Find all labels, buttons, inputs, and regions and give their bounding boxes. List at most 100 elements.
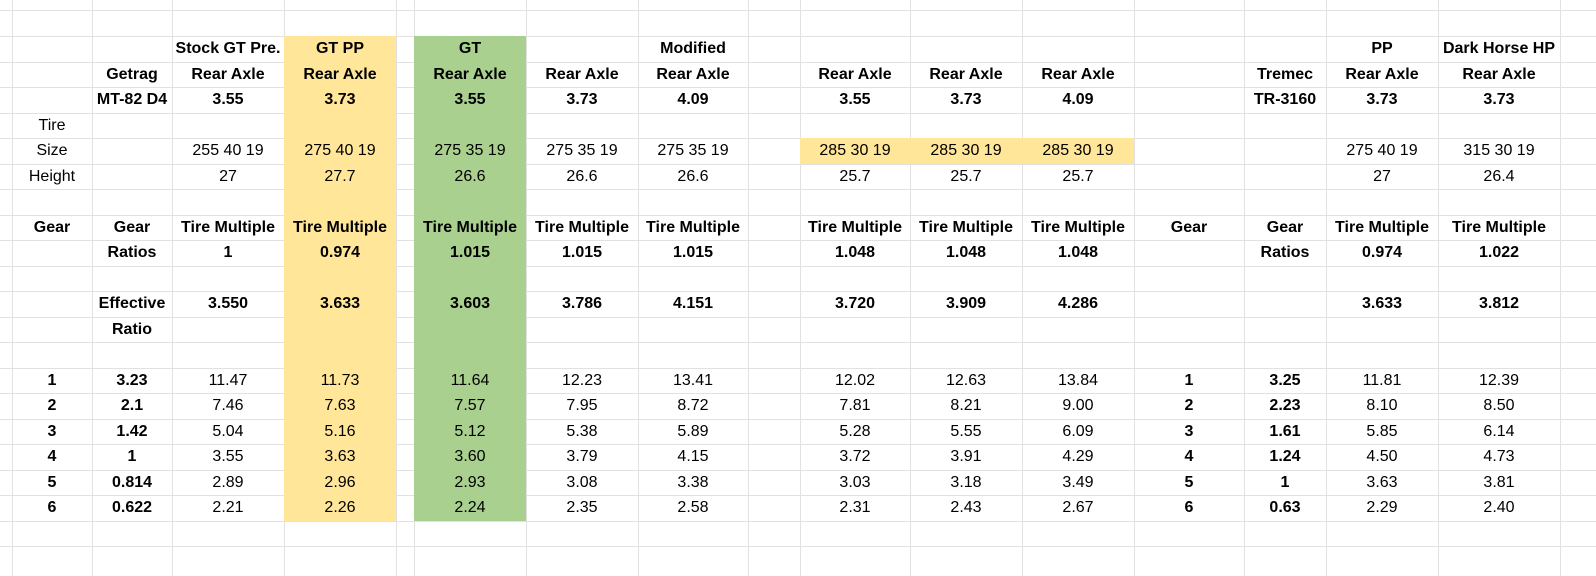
cell[interactable]: 3 (1134, 419, 1244, 445)
cell[interactable]: Rear Axle (526, 62, 638, 88)
cell[interactable]: Rear Axle (172, 62, 284, 88)
cell[interactable]: 4.73 (1438, 444, 1560, 470)
cell[interactable]: 2.29 (1326, 495, 1438, 521)
cell[interactable]: PP (1326, 36, 1438, 62)
cell[interactable]: Rear Axle (284, 62, 396, 88)
cell[interactable]: 5 (12, 470, 92, 496)
cell[interactable]: 6 (12, 495, 92, 521)
cell[interactable]: 5 (1134, 470, 1244, 496)
cell[interactable]: Dark Horse HP (1438, 36, 1560, 62)
cell[interactable]: 2.58 (638, 495, 748, 521)
cell[interactable]: 4.151 (638, 291, 748, 317)
cell[interactable]: 3.08 (526, 470, 638, 496)
cell[interactable]: Tire Multiple (284, 215, 396, 241)
cell[interactable]: 7.63 (284, 393, 396, 419)
cell[interactable]: Ratio (92, 317, 172, 343)
cell[interactable]: 3.55 (414, 87, 526, 113)
cell[interactable]: 5.28 (800, 419, 910, 445)
cell[interactable]: 6.14 (1438, 419, 1560, 445)
cell[interactable]: 3.720 (800, 291, 910, 317)
cell[interactable]: 2 (12, 393, 92, 419)
cell[interactable]: 3.73 (284, 87, 396, 113)
cell[interactable]: 3.603 (414, 291, 526, 317)
cell[interactable]: 0.814 (92, 470, 172, 496)
cell[interactable]: 1.24 (1244, 444, 1326, 470)
cell[interactable]: MT-82 D4 (92, 87, 172, 113)
cell[interactable]: 8.21 (910, 393, 1022, 419)
cell[interactable]: 275 40 19 (284, 138, 396, 164)
cell[interactable]: 3.73 (1326, 87, 1438, 113)
cell[interactable]: 3.38 (638, 470, 748, 496)
cell[interactable]: 3.909 (910, 291, 1022, 317)
cell[interactable]: 2.1 (92, 393, 172, 419)
cell[interactable]: 9.00 (1022, 393, 1134, 419)
cell[interactable]: 2.89 (172, 470, 284, 496)
cell[interactable]: 11.73 (284, 368, 396, 394)
cell[interactable]: Effective (92, 291, 172, 317)
cell[interactable]: 3.63 (1326, 470, 1438, 496)
cell[interactable]: 7.46 (172, 393, 284, 419)
cell[interactable]: 4.50 (1326, 444, 1438, 470)
cell[interactable]: 3.91 (910, 444, 1022, 470)
cell[interactable]: 5.04 (172, 419, 284, 445)
cell[interactable]: 2.35 (526, 495, 638, 521)
cell[interactable]: 0.622 (92, 495, 172, 521)
cell[interactable]: 27 (172, 164, 284, 190)
cell[interactable]: 1.015 (414, 240, 526, 266)
cell[interactable]: 3.18 (910, 470, 1022, 496)
cell[interactable]: Gear (1134, 215, 1244, 241)
cell[interactable]: Gear (1244, 215, 1326, 241)
cell[interactable]: Stock GT Pre. (172, 36, 284, 62)
cell[interactable]: 1.015 (526, 240, 638, 266)
cell[interactable]: Rear Axle (800, 62, 910, 88)
cell[interactable]: 26.4 (1438, 164, 1560, 190)
cell[interactable]: 2 (1134, 393, 1244, 419)
cell[interactable]: 275 35 19 (526, 138, 638, 164)
cell[interactable]: GT PP (284, 36, 396, 62)
cell[interactable]: 7.81 (800, 393, 910, 419)
cell[interactable]: 275 40 19 (1326, 138, 1438, 164)
cell[interactable]: 3.633 (1326, 291, 1438, 317)
cell[interactable]: 11.81 (1326, 368, 1438, 394)
cell[interactable]: 275 35 19 (638, 138, 748, 164)
cell[interactable]: 2.67 (1022, 495, 1134, 521)
cell[interactable]: 11.64 (414, 368, 526, 394)
cell[interactable]: Ratios (1244, 240, 1326, 266)
cell[interactable]: 2.23 (1244, 393, 1326, 419)
cell[interactable]: 285 30 19 (1022, 138, 1134, 164)
cell[interactable]: Ratios (92, 240, 172, 266)
cell[interactable]: 0.974 (284, 240, 396, 266)
cell[interactable]: 3.73 (1438, 87, 1560, 113)
cell[interactable]: 3.79 (526, 444, 638, 470)
cell[interactable]: 1.61 (1244, 419, 1326, 445)
cell[interactable]: 4 (12, 444, 92, 470)
cell[interactable]: 5.89 (638, 419, 748, 445)
cell[interactable]: 4.09 (638, 87, 748, 113)
cell[interactable]: 315 30 19 (1438, 138, 1560, 164)
cell[interactable]: GT (414, 36, 526, 62)
cell[interactable]: Height (12, 164, 92, 190)
cell[interactable]: 2.24 (414, 495, 526, 521)
cell[interactable]: Rear Axle (1022, 62, 1134, 88)
cell[interactable]: 2.40 (1438, 495, 1560, 521)
cell[interactable]: Rear Axle (414, 62, 526, 88)
cell[interactable]: 2.31 (800, 495, 910, 521)
cell[interactable]: 1.048 (1022, 240, 1134, 266)
cell[interactable]: 1 (12, 368, 92, 394)
cell[interactable]: 4.29 (1022, 444, 1134, 470)
cell[interactable]: 3.550 (172, 291, 284, 317)
cell[interactable]: 3.81 (1438, 470, 1560, 496)
cell[interactable]: 12.02 (800, 368, 910, 394)
cell[interactable]: 1.048 (800, 240, 910, 266)
cell[interactable]: 3.55 (800, 87, 910, 113)
cell[interactable]: Tire (12, 113, 92, 139)
cell[interactable]: 1 (172, 240, 284, 266)
cell[interactable]: 8.50 (1438, 393, 1560, 419)
cell[interactable]: 3.73 (910, 87, 1022, 113)
cell[interactable]: 13.41 (638, 368, 748, 394)
cell[interactable]: 3.63 (284, 444, 396, 470)
cell[interactable]: 275 35 19 (414, 138, 526, 164)
cell[interactable]: Tire Multiple (1022, 215, 1134, 241)
cell[interactable]: 1 (1244, 470, 1326, 496)
cell[interactable]: 3.72 (800, 444, 910, 470)
